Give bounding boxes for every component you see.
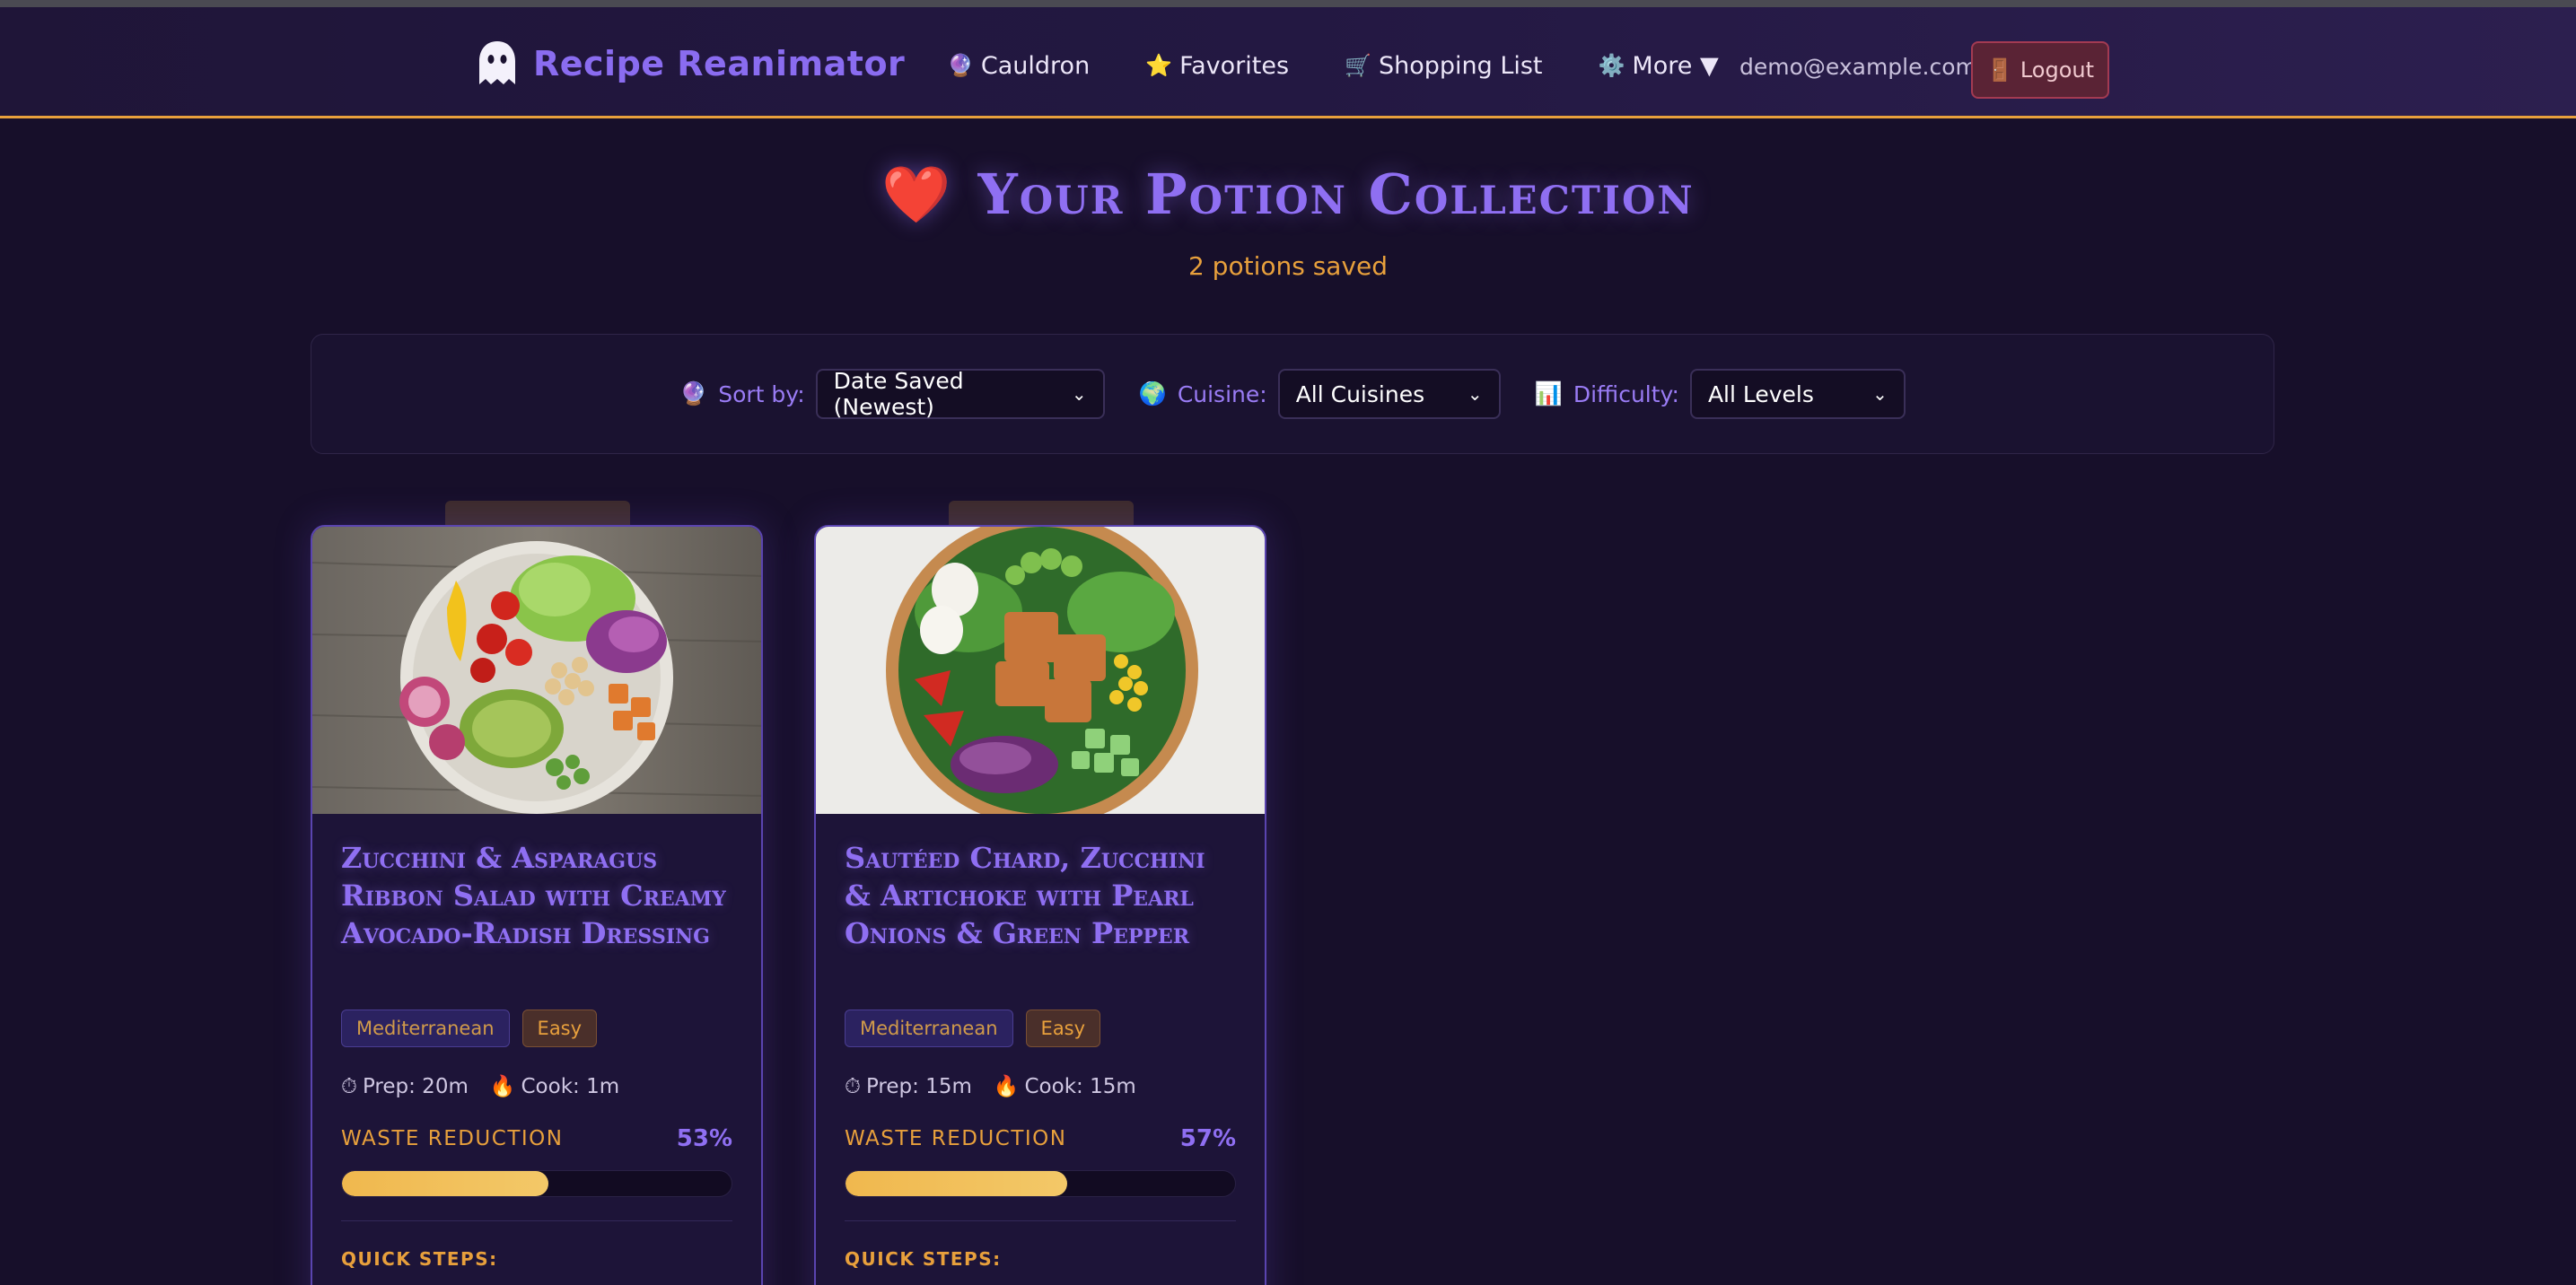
globe-icon: 🌍 [1138,380,1167,406]
fire-icon: 🔥 [489,1075,516,1098]
card-body: Zucchini & Asparagus Ribbon Salad with C… [312,814,761,1285]
cuisine-label-text: Cuisine: [1177,380,1267,407]
waste-reduction-row: WASTE REDUCTION 57% [845,1125,1236,1152]
user-email: demo@example.com [1739,54,1977,80]
difficulty-tag: Easy [521,1010,598,1047]
waste-reduction-fill [342,1171,549,1196]
cuisine-select-value: All Cuisines [1295,380,1425,407]
waste-reduction-bar [341,1170,732,1197]
nav-cauldron[interactable]: 🔮 Cauldron [947,52,1090,80]
crystal-ball-icon: 🔮 [947,53,974,78]
sort-select[interactable]: Date Saved (Newest) ⌄ [815,368,1105,420]
stopwatch-icon: ⏱ [845,1074,861,1098]
page-title-text: Your Potion Collection [977,162,1695,227]
sort-filter: 🔮 Sort by: Date Saved (Newest) ⌄ [679,368,1105,420]
nav-favorites[interactable]: ⭐ Favorites [1145,52,1289,80]
recipe-times: ⏱ Prep: 20m 🔥 Cook: 1m [341,1074,732,1099]
waste-reduction-percent: 53% [676,1125,732,1152]
nav-cauldron-label: Cauldron [980,51,1091,80]
filter-bar: 🔮 Sort by: Date Saved (Newest) ⌄ 🌍 Cuisi… [311,334,2274,454]
difficulty-select[interactable]: All Levels ⌄ [1689,369,1906,419]
quick-steps-heading: QUICK STEPS: [341,1248,498,1270]
quick-steps-heading: QUICK STEPS: [845,1248,1002,1270]
difficulty-tag: Easy [1025,1010,1101,1047]
prep-time-value: Prep: 15m [865,1074,972,1098]
waste-reduction-fill [846,1171,1068,1196]
logout-label: Logout [2020,57,2095,83]
recipe-tags: Mediterranean Easy [341,1010,732,1047]
sort-select-value: Date Saved (Newest) [833,368,964,420]
cuisine-select[interactable]: All Cuisines ⌄ [1277,369,1501,419]
sort-label-text: Sort by: [718,380,805,407]
waste-reduction-bar [845,1170,1236,1197]
recipe-tags: Mediterranean Easy [845,1010,1236,1047]
star-icon: ⭐ [1145,53,1173,78]
cook-time-value: Cook: 15m [1024,1074,1136,1098]
recipe-image [312,527,761,814]
prep-time-value: Prep: 20m [362,1074,469,1098]
fire-icon: 🔥 [993,1075,1020,1098]
nav-favorites-label: Favorites [1179,51,1290,80]
crystal-ball-icon: 🔮 [679,380,708,406]
nav-shopping-list-label: Shopping List [1378,51,1543,80]
recipe-title[interactable]: Zucchini & Asparagus Ribbon Salad with C… [341,839,732,990]
saved-count: 2 potions saved [1187,251,1389,281]
card-body: Sautéed Chard, Zucchini & Artichoke with… [816,814,1265,1285]
bar-chart-icon: 📊 [1534,380,1563,406]
card-tab [445,501,630,528]
divider [845,1220,1236,1221]
recipe-times: ⏱ Prep: 15m 🔥 Cook: 15m [845,1074,1236,1099]
divider [341,1220,732,1221]
recipe-image [816,527,1265,814]
sort-label: 🔮 Sort by: [679,380,805,407]
logout-button[interactable]: 🚪 Logout [1971,41,2109,99]
cook-time: 🔥 Cook: 15m [993,1074,1136,1099]
nav-shopping-list[interactable]: 🛒 Shopping List [1345,52,1542,80]
heart-icon: ❤️ [881,162,953,227]
cuisine-tag: Mediterranean [845,1010,1013,1047]
recipe-title[interactable]: Sautéed Chard, Zucchini & Artichoke with… [845,839,1236,990]
waste-reduction-label: WASTE REDUCTION [341,1127,564,1150]
difficulty-filter: 📊 Difficulty: All Levels ⌄ [1535,369,1906,419]
door-icon: 🚪 [1985,57,2013,83]
waste-reduction-row: WASTE REDUCTION 53% [341,1125,732,1152]
stopwatch-icon: ⏱ [341,1074,357,1098]
card-tab [949,501,1134,528]
waste-reduction-label: WASTE REDUCTION [845,1127,1067,1150]
nav-links: 🔮 Cauldron ⭐ Favorites 🛒 Shopping List ⚙… [947,43,1719,88]
app-title: Recipe Reanimator [533,44,906,83]
gear-icon: ⚙️ [1598,53,1625,78]
window-top-strip [0,0,2576,7]
page-title: ❤️ Your Potion Collection [0,162,2576,228]
nav-more-label: More ▼ [1632,51,1719,80]
prep-time: ⏱ Prep: 15m [845,1074,972,1098]
logo[interactable]: Recipe Reanimator [476,38,905,90]
cuisine-filter: 🌍 Cuisine: All Cuisines ⌄ [1139,369,1501,419]
difficulty-label: 📊 Difficulty: [1535,380,1679,407]
chevron-down-icon: ⌄ [1071,383,1087,405]
chevron-down-icon: ⌄ [1467,383,1483,405]
waste-reduction-percent: 57% [1179,1125,1236,1152]
difficulty-select-value: All Levels [1707,380,1814,407]
prep-time: ⏱ Prep: 20m [341,1074,469,1098]
cook-time: 🔥 Cook: 1m [489,1074,620,1099]
cuisine-tag: Mediterranean [341,1010,510,1047]
recipe-card[interactable]: Zucchini & Asparagus Ribbon Salad with C… [311,525,763,1285]
cart-icon: 🛒 [1345,53,1371,78]
cook-time-value: Cook: 1m [521,1074,620,1098]
navbar: Recipe Reanimator 🔮 Cauldron ⭐ Favorites… [0,7,2576,118]
difficulty-label-text: Difficulty: [1573,380,1679,407]
ghost-icon [476,39,519,88]
recipe-card[interactable]: Sautéed Chard, Zucchini & Artichoke with… [814,525,1266,1285]
chevron-down-icon: ⌄ [1872,383,1888,405]
cuisine-label: 🌍 Cuisine: [1139,380,1267,407]
nav-more-dropdown[interactable]: ⚙️ More ▼ [1599,52,1719,80]
